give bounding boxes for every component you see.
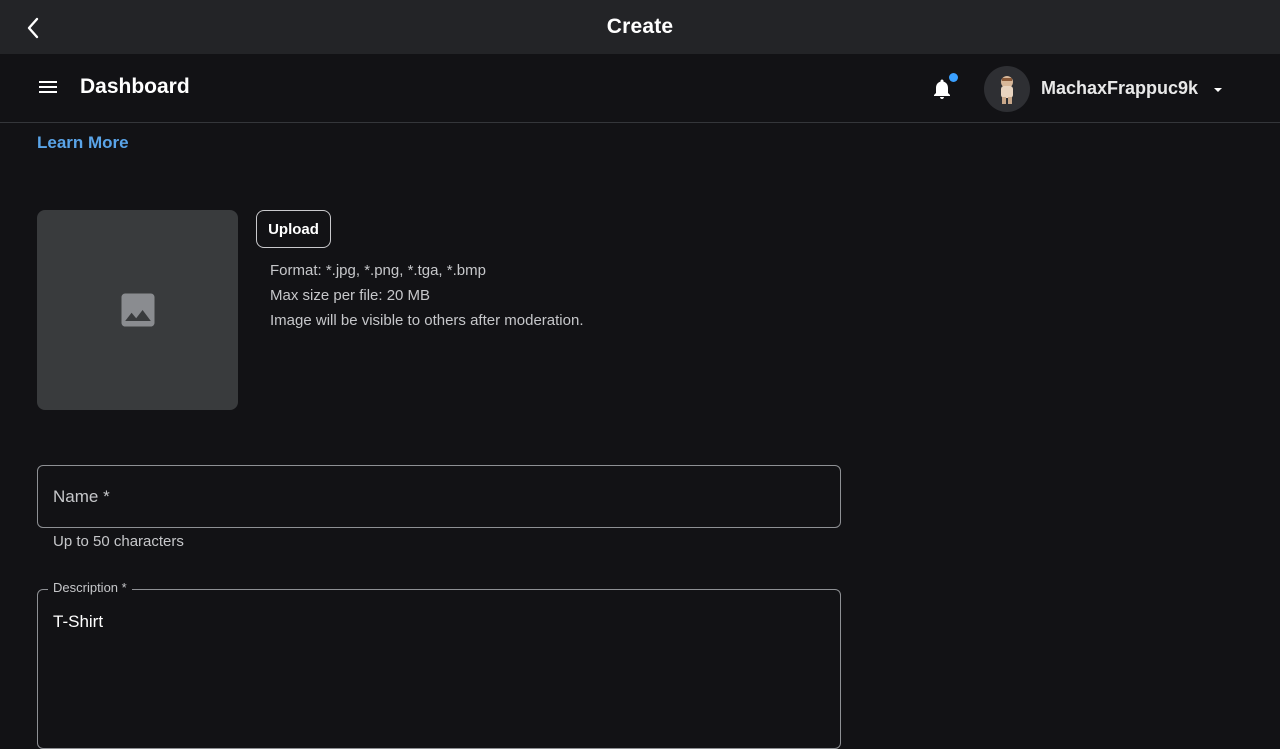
name-field[interactable]: Name * [37,465,841,528]
description-field-label: Description * [48,580,132,595]
username-label[interactable]: MachaxFrappuc9k [1041,78,1198,99]
dashboard-header: Dashboard MachaxFrappuc9k [0,54,1280,123]
upload-button[interactable]: Upload [256,210,331,248]
notification-badge [949,73,958,82]
name-field-label: Name * [53,487,110,506]
image-preview [37,210,238,410]
back-button[interactable] [20,15,46,41]
learn-more-link[interactable]: Learn More [37,133,129,153]
account-dropdown-button[interactable] [1212,83,1224,95]
image-placeholder-icon [121,293,154,327]
chevron-left-icon [27,17,39,39]
caret-down-icon [1214,88,1222,92]
format-text: Format: *.jpg, *.png, *.tga, *.bmp [270,262,486,279]
user-avatar-icon [1001,76,1013,104]
description-field[interactable]: T-Shirt [37,589,841,749]
name-helper-text: Up to 50 characters [53,533,184,550]
upload-info: Format: *.jpg, *.png, *.tga, *.bmp Max s… [270,258,583,333]
dashboard-title: Dashboard [80,75,190,98]
hamburger-menu-icon[interactable] [36,78,60,100]
page-title: Create [606,15,674,38]
description-value: T-Shirt [53,612,104,631]
moderation-text: Image will be visible to others after mo… [270,312,584,329]
max-size-text: Max size per file: 20 MB [270,287,431,304]
top-navigation-bar: Create [0,0,1280,54]
avatar[interactable] [984,66,1030,112]
